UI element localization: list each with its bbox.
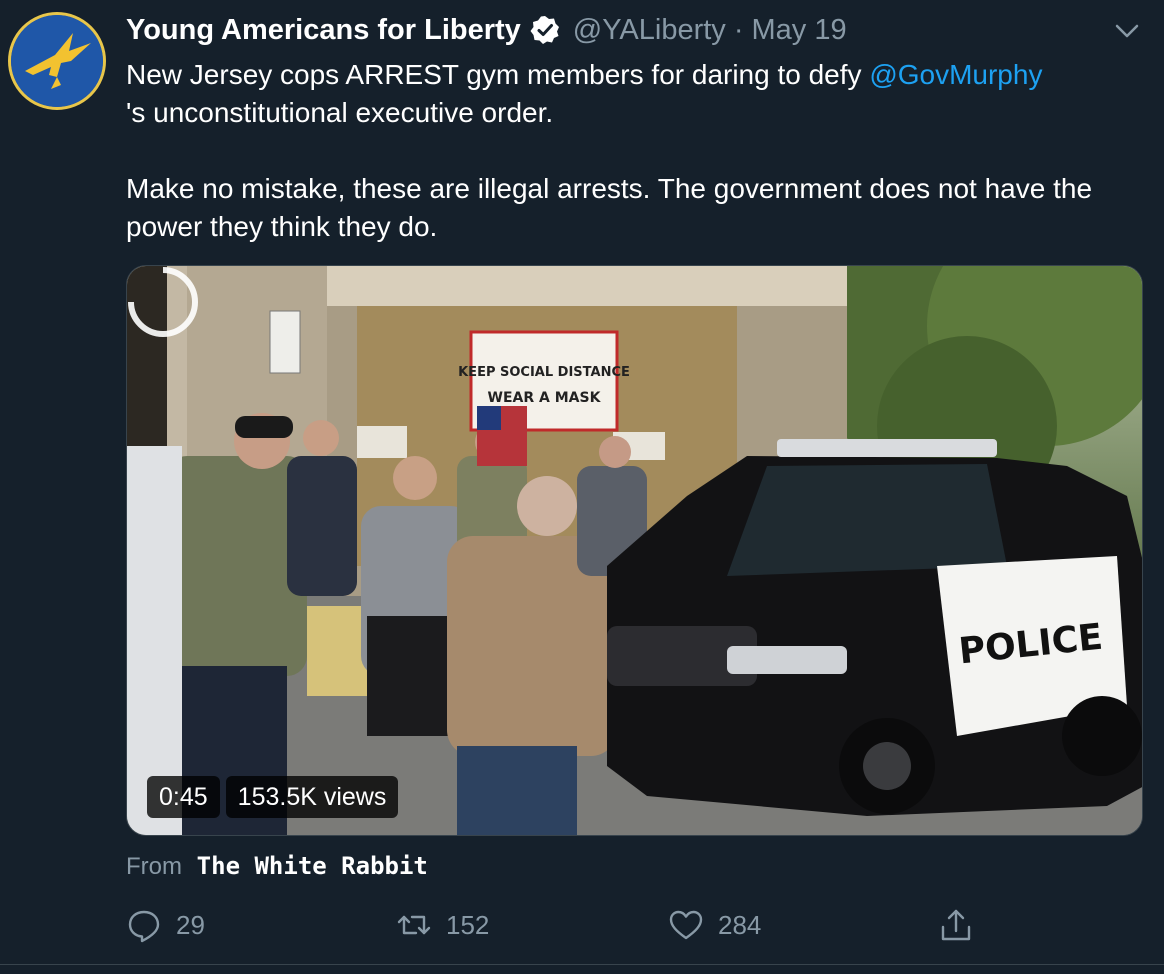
tweet[interactable]: Young Americans for Liberty @YALiberty ·… [0, 0, 1164, 964]
tweet-paragraph-2: Make no mistake, these are illegal arres… [126, 173, 1093, 242]
media-attribution: From The White Rabbit [126, 852, 428, 881]
loading-spinner-icon [128, 267, 198, 337]
author-handle[interactable]: @YALiberty [573, 14, 726, 47]
tweet-text-part2: 's unconstitutional executive order. [126, 97, 554, 128]
tweet-divider [0, 964, 1164, 965]
retweet-icon [397, 915, 431, 935]
reply-icon [128, 910, 160, 943]
share-icon [941, 909, 971, 941]
more-options-chevron-icon[interactable] [1112, 18, 1142, 44]
video-duration: 0:45 [147, 776, 220, 818]
tweet-text-part1: New Jersey cops ARREST gym members for d… [126, 59, 870, 90]
video-views: 153.5K views [225, 776, 399, 818]
tweet-paragraph-1: New Jersey cops ARREST gym members for d… [126, 56, 1146, 132]
reply-count: 29 [176, 909, 205, 940]
video-player[interactable]: KEEP SOCIAL DISTANCE WEAR A MASK POLICE … [126, 265, 1143, 836]
sign-line-1: KEEP SOCIAL DISTANCE [458, 365, 630, 380]
verified-badge-icon [529, 14, 561, 46]
like-count: 284 [718, 909, 762, 940]
attribution-source-link[interactable]: The White Rabbit [197, 852, 428, 880]
tweet-text: New Jersey cops ARREST gym members for d… [126, 56, 1146, 246]
video-thumbnail: KEEP SOCIAL DISTANCE WEAR A MASK POLICE [127, 266, 1142, 835]
heart-icon [669, 910, 703, 940]
retweet-button[interactable]: 152 [396, 905, 489, 945]
retweet-count: 152 [446, 909, 490, 940]
tweet-header: Young Americans for Liberty @YALiberty ·… [126, 10, 847, 50]
share-button[interactable] [938, 905, 974, 945]
reply-button[interactable]: 29 [126, 905, 205, 945]
author-name[interactable]: Young Americans for Liberty [126, 14, 521, 47]
separator-dot: · [733, 13, 744, 46]
sign-line-2: WEAR A MASK [488, 390, 602, 406]
tweet-date[interactable]: May 19 [751, 14, 846, 47]
attribution-prefix: From [126, 853, 182, 880]
like-button[interactable]: 284 [668, 905, 761, 945]
eagle-logo-icon [11, 15, 103, 107]
avatar[interactable] [8, 12, 106, 110]
mention-link[interactable]: @GovMurphy [869, 59, 1042, 90]
video-badges: 0:45 153.5K views [147, 776, 399, 818]
